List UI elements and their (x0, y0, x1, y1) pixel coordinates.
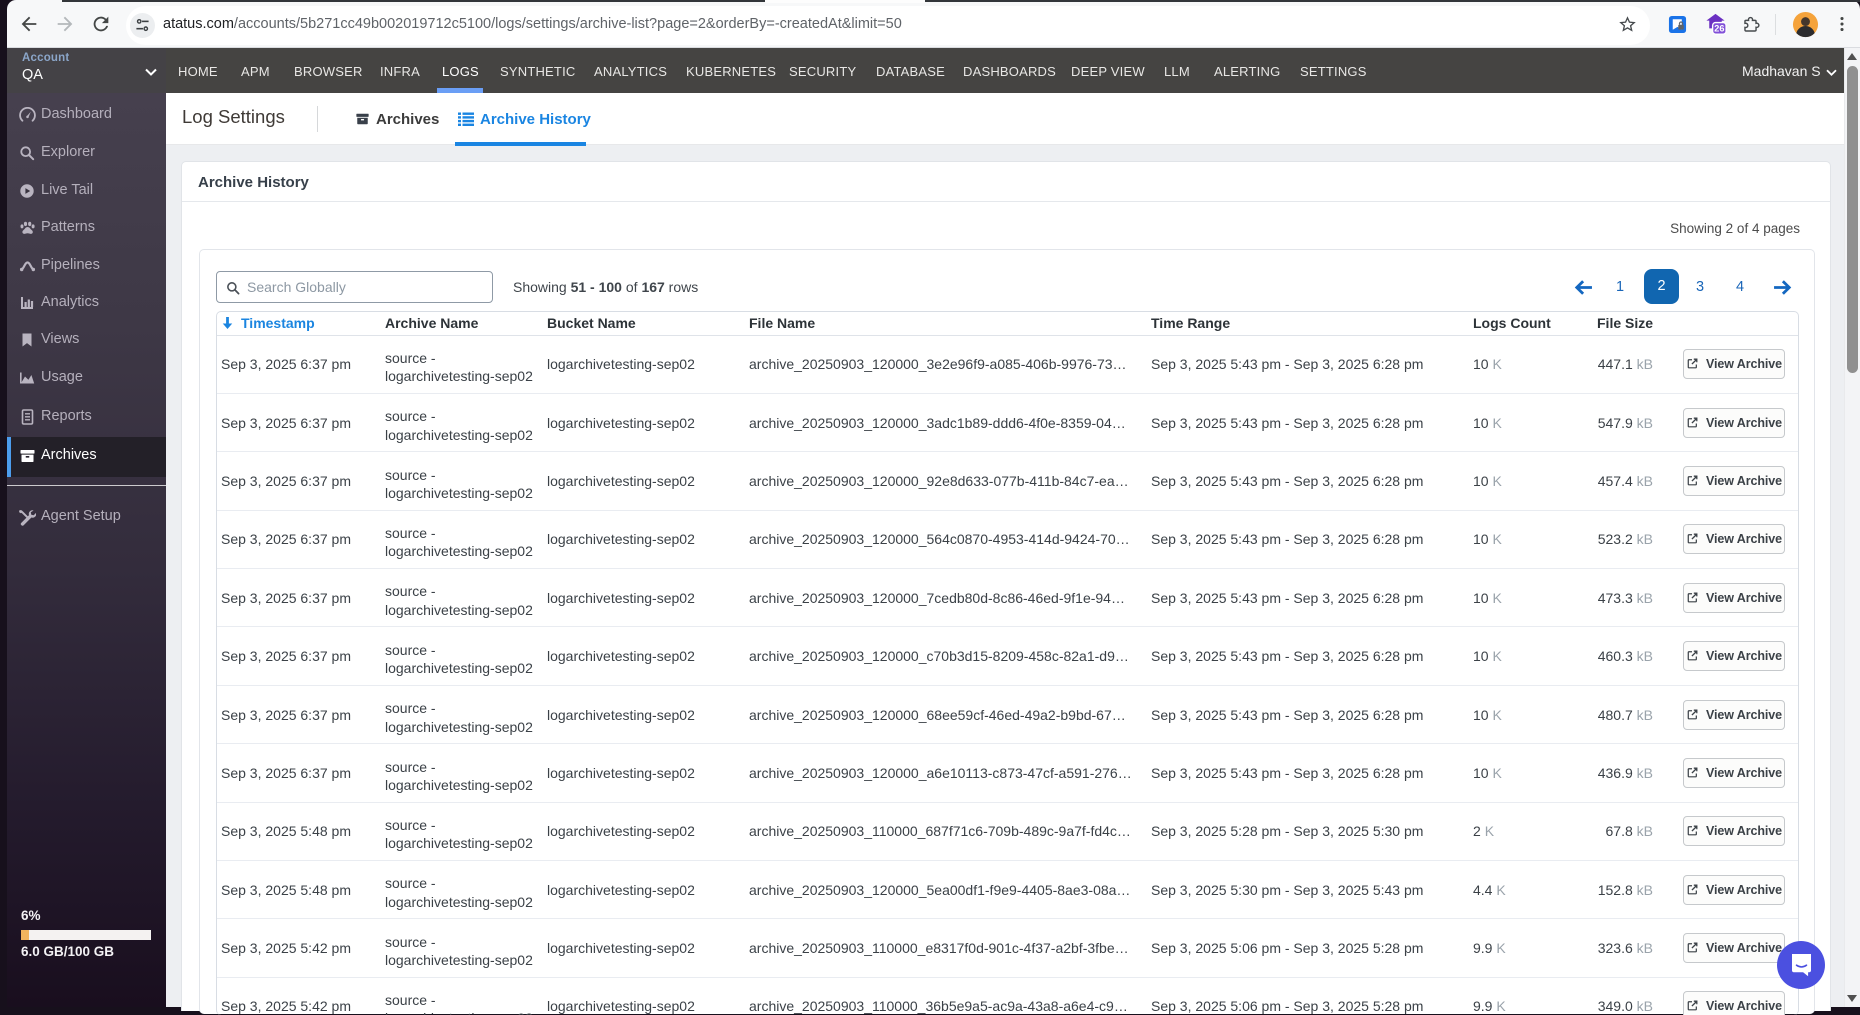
svg-text:26: 26 (1714, 24, 1724, 34)
